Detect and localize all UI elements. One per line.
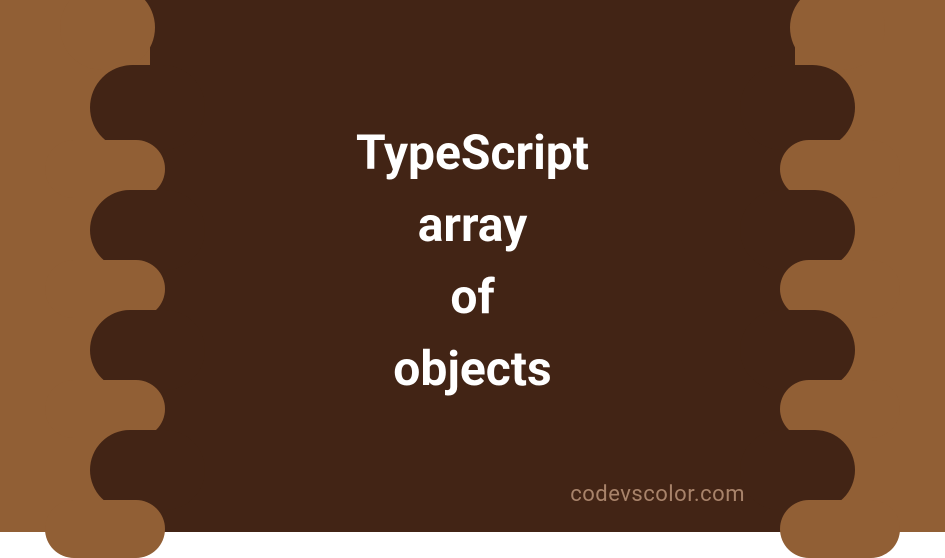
banner-title: TypeScript array of objects (356, 117, 589, 405)
banner-image: TypeScript array of objects codevscolor.… (0, 0, 945, 532)
title-line-4: objects (356, 333, 589, 405)
title-line-2: array (356, 189, 589, 261)
title-line-1: TypeScript (356, 117, 589, 189)
title-line-3: of (356, 261, 589, 333)
watermark-text: codevscolor.com (570, 482, 745, 507)
content-area: TypeScript array of objects (0, 0, 945, 532)
